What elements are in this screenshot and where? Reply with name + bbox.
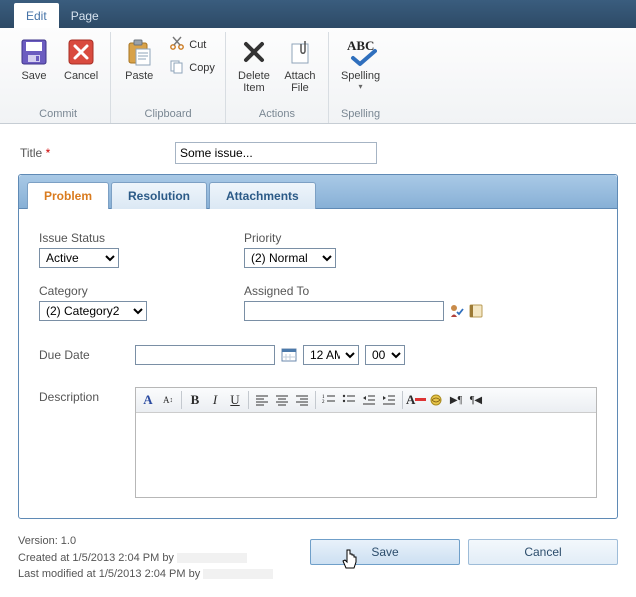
issue-status-label: Issue Status <box>39 231 204 245</box>
cut-button[interactable]: Cut <box>167 34 217 55</box>
ribbon-group-clipboard: Paste Cut Copy Clipboard <box>111 32 226 123</box>
scissors-icon <box>169 35 185 54</box>
priority-select[interactable]: (2) Normal <box>244 248 336 268</box>
attach-file-button[interactable]: Attach File <box>280 34 320 96</box>
issue-status-select[interactable]: Active <box>39 248 119 268</box>
tab-attachments[interactable]: Attachments <box>209 182 316 209</box>
title-input[interactable] <box>175 142 377 164</box>
indent-icon[interactable] <box>379 390 399 410</box>
assigned-to-label: Assigned To <box>244 284 484 298</box>
outdent-icon[interactable] <box>359 390 379 410</box>
ribbon-group-label: Actions <box>259 106 295 123</box>
due-date-hour-select[interactable]: 12 AM <box>303 345 359 365</box>
ribbon-mini-label: Copy <box>189 62 215 74</box>
ribbon-group-label: Commit <box>39 106 77 123</box>
copy-button[interactable]: Copy <box>167 57 217 78</box>
ribbon-group-label: Clipboard <box>145 106 192 123</box>
title-row: Title * <box>0 124 636 174</box>
window-tab-page[interactable]: Page <box>59 3 111 28</box>
ribbon-label: Spelling <box>341 70 380 82</box>
font-size-icon[interactable]: A↕ <box>158 390 178 410</box>
copy-pages-icon <box>169 58 185 77</box>
window-tab-edit[interactable]: Edit <box>14 3 59 28</box>
align-left-icon[interactable] <box>252 390 272 410</box>
italic-icon[interactable]: I <box>205 390 225 410</box>
assigned-to-input[interactable] <box>244 301 444 321</box>
ribbon-label: Save <box>21 70 46 82</box>
text-highlight-icon[interactable]: A <box>406 390 426 410</box>
footer-save-button[interactable]: Save <box>310 539 460 565</box>
ribbon-label: Delete Item <box>238 70 270 94</box>
check-names-icon[interactable] <box>448 303 464 319</box>
priority-label: Priority <box>244 231 336 245</box>
ribbon-label: Paste <box>125 70 153 82</box>
ribbon: Save Cancel Commit Paste <box>0 28 636 124</box>
bold-icon[interactable]: B <box>185 390 205 410</box>
footer-cancel-button[interactable]: Cancel <box>468 539 618 565</box>
spelling-abc-check-icon: ABC <box>345 36 377 68</box>
ribbon-mini-label: Cut <box>189 39 206 51</box>
bullet-list-icon[interactable] <box>339 390 359 410</box>
version-text: Version: 1.0 <box>18 533 290 550</box>
cancel-x-icon <box>65 36 97 68</box>
form-panel: Problem Resolution Attachments Issue Sta… <box>18 174 618 519</box>
ribbon-group-commit: Save Cancel Commit <box>6 32 111 123</box>
tab-resolution[interactable]: Resolution <box>111 182 207 209</box>
underline-icon[interactable]: U <box>225 390 245 410</box>
modified-by-blank <box>203 569 273 579</box>
paste-button[interactable]: Paste <box>119 34 159 84</box>
delete-item-button[interactable]: Delete Item <box>234 34 274 96</box>
align-center-icon[interactable] <box>272 390 292 410</box>
panel-tab-strip: Problem Resolution Attachments <box>19 175 617 209</box>
delete-x-icon <box>238 36 270 68</box>
ribbon-group-actions: Delete Item Attach File Actions <box>226 32 329 123</box>
created-by-blank <box>177 553 247 563</box>
created-text: Created at 1/5/2013 2:04 PM by <box>18 552 174 564</box>
ribbon-group-label: Spelling <box>341 106 380 123</box>
ribbon-group-spelling: ABC Spelling ▾ Spelling <box>329 32 392 123</box>
save-button[interactable]: Save <box>14 34 54 84</box>
attach-paperclip-icon <box>284 36 316 68</box>
spelling-button[interactable]: ABC Spelling ▾ <box>337 34 384 93</box>
align-right-icon[interactable] <box>292 390 312 410</box>
description-textarea[interactable] <box>136 413 596 497</box>
cursor-pointer-icon <box>341 548 361 575</box>
cancel-button[interactable]: Cancel <box>60 34 102 84</box>
category-select[interactable]: (2) Category2 <box>39 301 147 321</box>
rich-text-editor: A A↕ B I U 12 A <box>135 387 597 498</box>
calendar-picker-icon[interactable] <box>281 347 297 363</box>
tab-problem[interactable]: Problem <box>27 182 109 209</box>
svg-text:ABC: ABC <box>347 38 374 53</box>
font-color-a-icon[interactable]: A <box>138 390 158 410</box>
chevron-down-icon: ▾ <box>359 82 363 91</box>
ltr-direction-icon[interactable]: ▶¶ <box>446 390 466 410</box>
due-date-label: Due Date <box>39 348 129 362</box>
clipboard-paste-icon <box>123 36 155 68</box>
numbered-list-icon[interactable]: 12 <box>319 390 339 410</box>
due-date-input[interactable] <box>135 345 275 365</box>
rte-toolbar: A A↕ B I U 12 A <box>136 388 596 413</box>
category-label: Category <box>39 284 204 298</box>
title-label: Title * <box>20 146 175 160</box>
ribbon-label: Cancel <box>64 70 98 82</box>
meta-info: Version: 1.0 Created at 1/5/2013 2:04 PM… <box>18 533 290 583</box>
window-tab-strip: Edit Page <box>0 0 636 28</box>
save-disk-icon <box>18 36 50 68</box>
footer: Version: 1.0 Created at 1/5/2013 2:04 PM… <box>0 529 636 597</box>
rtl-direction-icon[interactable]: ¶◀ <box>466 390 486 410</box>
svg-text:2: 2 <box>322 400 325 405</box>
description-label: Description <box>39 387 123 404</box>
modified-text: Last modified at 1/5/2013 2:04 PM by <box>18 568 200 580</box>
insert-link-icon[interactable] <box>426 390 446 410</box>
address-book-icon[interactable] <box>468 303 484 319</box>
ribbon-label: Attach File <box>284 70 315 94</box>
due-date-minute-select[interactable]: 00 <box>365 345 405 365</box>
